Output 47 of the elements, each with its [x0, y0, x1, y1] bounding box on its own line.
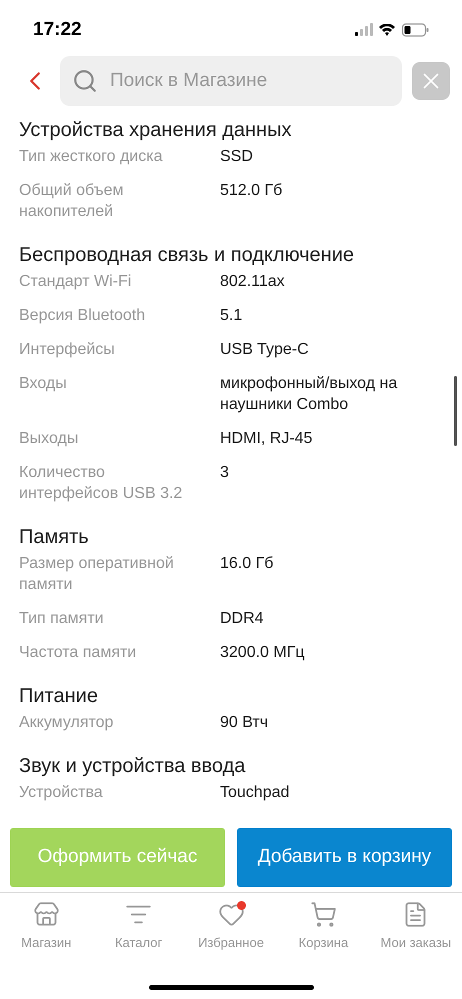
tab-item[interactable]: Мои заказы — [370, 893, 462, 962]
spec-value: 3200.0 МГц — [220, 643, 306, 663]
section-title: Звук и устройства ввода — [19, 754, 246, 779]
store-icon — [32, 901, 60, 928]
spec-label: Тип памяти — [19, 609, 105, 629]
spec-label: Выходы — [19, 429, 80, 449]
tab-item[interactable]: Избранное — [184, 893, 278, 962]
spec-label: Количество интерфейсов USB 3.2 — [19, 463, 184, 504]
spec-value: USB Type-C — [220, 340, 310, 360]
spec-value: DDR4 — [220, 609, 265, 629]
scrollbar — [454, 376, 457, 446]
spec-label: Версия Bluetooth — [19, 306, 146, 326]
cart-icon — [310, 901, 337, 928]
battery-icon — [402, 23, 429, 37]
search-field[interactable]: Поиск в Магазине — [60, 56, 402, 106]
section-title: Беспроводная связь и подключение — [19, 243, 356, 268]
tab-item[interactable]: Магазин — [0, 893, 92, 962]
spec-value: 5.1 — [220, 306, 244, 326]
spec-label: Размер оперативной памяти — [19, 554, 175, 595]
status-time: 17:22 — [33, 18, 82, 42]
spec-label: Общий объем накопителей — [19, 181, 125, 222]
spec-label: Аккумулятор — [19, 713, 114, 733]
spec-value: HDMI, RJ-45 — [220, 429, 314, 449]
spec-label: Интерфейсы — [19, 340, 116, 360]
spec-label: Устройства — [19, 783, 104, 803]
spec-value: 16.0 Гб — [220, 554, 274, 574]
spec-value: 3 — [220, 463, 230, 483]
spec-value: микрофонный/выход на наушники Combo — [220, 374, 398, 415]
checkout-button[interactable]: Оформить сейчас — [10, 828, 225, 887]
search-icon — [72, 68, 98, 94]
tab-item[interactable]: Каталог — [92, 893, 185, 962]
wifi-icon — [379, 24, 396, 36]
spec-value: 512.0 Гб — [220, 181, 284, 201]
spec-value: SSD — [220, 147, 254, 167]
add-to-cart-button[interactable]: Добавить в корзину — [237, 828, 452, 887]
section-title: Устройства хранения данных — [19, 118, 292, 143]
spec-label: Частота памяти — [19, 643, 138, 663]
spec-label: Входы — [19, 374, 68, 394]
spec-label: Тип жесткого диска — [19, 147, 164, 167]
spec-value: Touchpad — [220, 783, 290, 803]
section-title: Питание — [19, 684, 99, 709]
spec-value: 802.11ax — [220, 272, 286, 292]
section-title: Память — [19, 525, 90, 550]
spec-label: Стандарт Wi-Fi — [19, 272, 132, 292]
tab-item[interactable]: Корзина — [277, 893, 370, 962]
spec-value: 90 Втч — [220, 713, 270, 733]
signal-icon — [355, 23, 373, 37]
